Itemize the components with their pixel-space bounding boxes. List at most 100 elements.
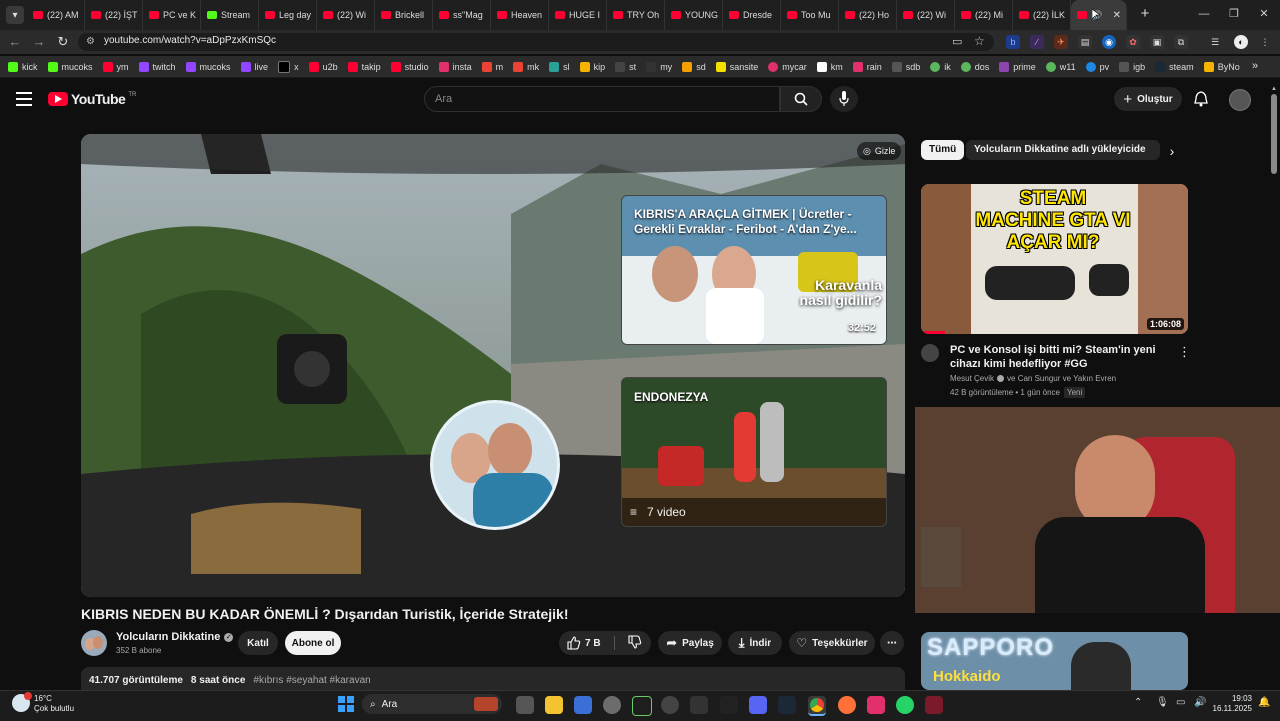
reading-list-icon[interactable]: ☰ <box>1208 35 1222 49</box>
browser-tab[interactable]: Stream <box>201 0 259 30</box>
bookmark-item[interactable]: kip <box>579 61 605 72</box>
browser-tab[interactable]: Leg day <box>259 0 317 30</box>
bookmark-item[interactable]: studio <box>390 61 429 72</box>
download-button[interactable]: ⤓ İndir <box>728 631 782 655</box>
extension-icon[interactable]: ▣ <box>1150 35 1164 49</box>
subscribe-button[interactable]: Abone ol <box>285 631 341 655</box>
windows-start-icon[interactable] <box>338 696 354 712</box>
forward-button[interactable]: → <box>30 34 48 50</box>
recommendation-channel[interactable]: Mesut Çevik ve Can Sungur ve Yakın Evren <box>950 374 1116 383</box>
thanks-button[interactable]: ♡ Teşekkürler <box>789 631 875 655</box>
restore-button[interactable]: ❐ <box>1226 6 1242 22</box>
search-button[interactable] <box>780 86 822 112</box>
bookmark-item[interactable]: st <box>615 61 636 72</box>
browser-tab[interactable]: YOUNG <box>665 0 723 30</box>
minimize-button[interactable]: — <box>1196 6 1212 22</box>
bookmark-item[interactable]: ik <box>930 61 951 72</box>
account-avatar[interactable] <box>1229 89 1251 111</box>
extension-icon[interactable]: b <box>1006 35 1020 49</box>
share-button[interactable]: ➦ Paylaş <box>658 631 722 655</box>
bookmark-item[interactable]: twitch <box>138 61 176 72</box>
volume-icon[interactable]: 🔊 <box>1194 697 1206 708</box>
extension-icon[interactable]: ▤ <box>1078 35 1092 49</box>
browser-tab[interactable]: PC ve K <box>143 0 201 30</box>
app-icon[interactable] <box>661 696 679 714</box>
chrome-icon[interactable] <box>808 696 826 716</box>
create-button[interactable]: + Oluştur <box>1114 87 1182 111</box>
bookmark-star-icon[interactable]: ☆ <box>974 34 985 48</box>
bookmark-item[interactable]: insta <box>438 61 472 72</box>
discord-icon[interactable] <box>749 696 767 714</box>
recommendation-thumbnail[interactable]: SAPPORO Hokkaido <box>921 632 1188 690</box>
whatsapp-icon[interactable] <box>896 696 914 714</box>
tray-chevron-icon[interactable]: ⌃ <box>1134 697 1142 708</box>
bookmark-item[interactable]: m <box>481 61 503 72</box>
recommendation-menu-icon[interactable]: ⋮ <box>1178 344 1191 360</box>
network-icon[interactable]: ▭ <box>1176 697 1185 708</box>
scrollbar-thumb[interactable] <box>1271 94 1277 174</box>
bookmark-item[interactable]: takip <box>347 61 381 72</box>
dislike-button[interactable] <box>628 634 642 652</box>
browser-tab[interactable]: Dresde <box>723 0 781 30</box>
hide-endcards-button[interactable]: ◎ Gizle <box>857 142 902 160</box>
bookmark-item[interactable]: mucoks <box>185 61 231 72</box>
settings-gear-icon[interactable] <box>603 696 621 714</box>
more-bookmarks-icon[interactable]: » <box>1252 60 1258 72</box>
tab-search-button[interactable]: ▾ <box>6 6 24 24</box>
channel-name-link[interactable]: Yolcuların Dikkatine ✓ <box>116 631 234 643</box>
bookmark-item[interactable]: sd <box>682 61 706 72</box>
reload-button[interactable]: ↻ <box>54 34 72 50</box>
extensions-puzzle-icon[interactable]: ⧉ <box>1174 35 1188 49</box>
app-icon[interactable] <box>720 696 738 714</box>
chip-all[interactable]: Tümü <box>921 140 965 160</box>
instagram-icon[interactable] <box>867 696 885 714</box>
bookmark-item[interactable]: sdb <box>891 61 920 72</box>
bookmark-item[interactable]: w11 <box>1045 61 1076 72</box>
close-tab-icon[interactable]: ✕ <box>1113 10 1121 21</box>
bookmark-item[interactable]: ym <box>102 61 129 72</box>
profile-avatar[interactable]: ◐ <box>1234 35 1248 49</box>
join-button[interactable]: Katıl <box>238 631 278 655</box>
browser-menu-icon[interactable]: ⋮ <box>1258 35 1272 49</box>
bookmark-item[interactable]: mycar <box>768 61 807 72</box>
extension-icon[interactable]: ◉ <box>1102 35 1116 49</box>
voice-search-button[interactable] <box>830 86 858 112</box>
video-player[interactable]: ◎ Gizle KIBRIS'A ARAÇLA GİTMEK | Ücretle… <box>81 134 905 597</box>
bookmark-item[interactable]: rain <box>852 61 882 72</box>
browser-tab[interactable]: (22) Mi <box>955 0 1013 30</box>
browser-tab[interactable]: ss"Mag <box>433 0 491 30</box>
browser-tab[interactable]: (22) İLK <box>1013 0 1071 30</box>
extension-icon[interactable]: ✈ <box>1054 35 1068 49</box>
bookmark-item[interactable]: dos <box>960 61 989 72</box>
endcard-video[interactable]: KIBRIS'A ARAÇLA GİTMEK | Ücretler - Gere… <box>621 195 887 345</box>
browser-tab[interactable]: Brickell <box>375 0 433 30</box>
bookmark-item[interactable]: pv <box>1085 61 1109 72</box>
recommendation-thumbnail[interactable]: STEAM MACHINE GTA VI AÇAR MI? 1:06:08 <box>921 184 1188 334</box>
bookmark-item[interactable]: live <box>240 61 268 72</box>
steam-icon[interactable] <box>778 696 796 714</box>
browser-tab[interactable]: TRY Oh <box>607 0 665 30</box>
task-view-icon[interactable] <box>516 696 534 714</box>
bookmark-item[interactable]: kick <box>8 61 38 72</box>
description-box[interactable]: 41.707 görüntüleme 8 saat önce #kıbrıs #… <box>81 667 905 691</box>
bookmark-item[interactable]: mucoks <box>47 61 93 72</box>
store-icon[interactable] <box>574 696 592 714</box>
bookmark-item[interactable]: igb <box>1119 61 1145 72</box>
taskbar-search[interactable]: ⌕ Ara <box>362 694 502 714</box>
bookmark-item[interactable]: sansite <box>715 61 758 72</box>
weather-icon[interactable] <box>12 692 32 712</box>
chips-next-chevron-icon[interactable]: › <box>1162 141 1182 161</box>
back-button[interactable]: ← <box>6 34 24 50</box>
channel-avatar[interactable] <box>81 630 107 656</box>
browser-tab[interactable]: (22) Wi <box>897 0 955 30</box>
browser-tab[interactable]: (22) İŞT <box>85 0 143 30</box>
bookmark-item[interactable]: km <box>816 61 843 72</box>
youtube-logo[interactable]: YouTube TR <box>48 91 136 107</box>
like-button[interactable]: 7 B <box>567 636 601 650</box>
recommendation-channel-avatar[interactable] <box>921 344 939 362</box>
bookmark-item[interactable]: my <box>646 61 672 72</box>
site-info-icon[interactable]: ⚙ <box>86 36 95 47</box>
bookmark-item[interactable]: sl <box>549 61 570 72</box>
extension-icon[interactable]: ✿ <box>1126 35 1140 49</box>
browser-tab[interactable]: (22) Wi <box>317 0 375 30</box>
